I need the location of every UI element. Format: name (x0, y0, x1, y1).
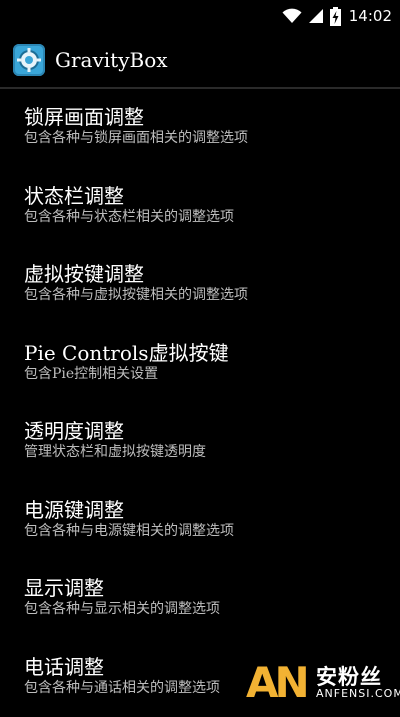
list-item-title: 锁屏画面调整 (24, 101, 144, 130)
gear-icon (13, 44, 45, 76)
list-item-subtitle: 包含各种与电源键相关的调整选项 (24, 520, 234, 540)
signal-icon (308, 8, 324, 24)
list-item-title: 状态栏调整 (24, 180, 124, 209)
list-item-subtitle: 包含各种与锁屏画面相关的调整选项 (24, 127, 248, 147)
list-item-statusbar[interactable]: 状态栏调整 包含各种与状态栏相关的调整选项 (0, 168, 400, 247)
list-item-subtitle: 包含Pie控制相关设置 (24, 363, 158, 383)
wifi-icon (282, 8, 302, 24)
list-item-title: 电源键调整 (24, 494, 124, 523)
list-item-navbar[interactable]: 虚拟按键调整 包含各种与虚拟按键相关的调整选项 (0, 246, 400, 325)
list-item-title: Pie Controls虚拟按键 (24, 337, 229, 366)
watermark-logo: AN 安粉丝 ANFENSI.COM (246, 659, 396, 707)
status-time: 14:02 (349, 7, 392, 25)
list-item-subtitle: 包含各种与状态栏相关的调整选项 (24, 206, 234, 226)
list-item-subtitle: 包含各种与虚拟按键相关的调整选项 (24, 284, 248, 304)
list-item-subtitle: 包含各种与显示相关的调整选项 (24, 598, 220, 618)
battery-charging-icon (330, 7, 341, 26)
status-icons: 14:02 (282, 4, 392, 28)
status-bar: 14:02 (0, 0, 400, 33)
list-item-subtitle: 包含各种与通话相关的调整选项 (24, 677, 220, 697)
list-item-power-key[interactable]: 电源键调整 包含各种与电源键相关的调整选项 (0, 482, 400, 561)
list-item-transparency[interactable]: 透明度调整 管理状态栏和虚拟按键透明度 (0, 403, 400, 482)
watermark-an-letters: AN (246, 659, 306, 707)
list-item-title: 电话调整 (24, 651, 104, 680)
gravitybox-app-icon[interactable] (13, 44, 45, 76)
watermark-en-text: ANFENSI.COM (316, 687, 400, 700)
list-item-title: 虚拟按键调整 (24, 258, 144, 287)
list-item-title: 透明度调整 (24, 415, 124, 444)
list-item-pie-controls[interactable]: Pie Controls虚拟按键 包含Pie控制相关设置 (0, 325, 400, 404)
list-item-lockscreen[interactable]: 锁屏画面调整 包含各种与锁屏画面相关的调整选项 (0, 89, 400, 168)
list-item-title: 显示调整 (24, 572, 104, 601)
settings-list: 锁屏画面调整 包含各种与锁屏画面相关的调整选项 状态栏调整 包含各种与状态栏相关… (0, 89, 400, 717)
app-title: GravityBox (55, 48, 168, 72)
list-item-subtitle: 管理状态栏和虚拟按键透明度 (24, 441, 206, 461)
action-bar: GravityBox (0, 33, 400, 89)
list-item-display[interactable]: 显示调整 包含各种与显示相关的调整选项 (0, 560, 400, 639)
